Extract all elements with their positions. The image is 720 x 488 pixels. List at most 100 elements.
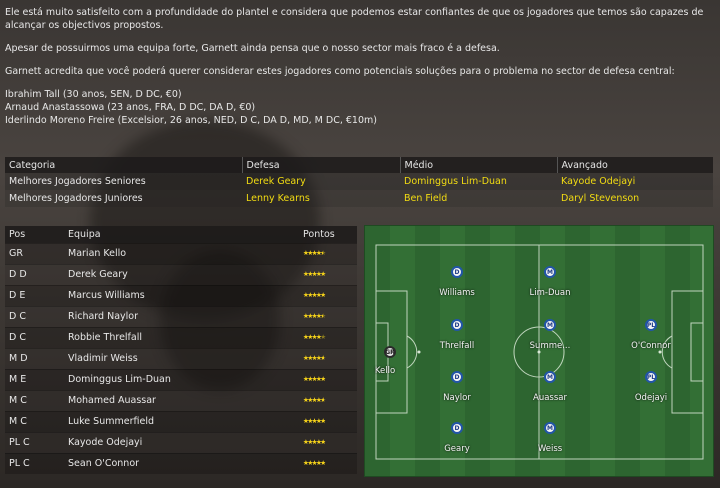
player-name[interactable]: Vladimir Weiss	[64, 347, 299, 369]
suggested-players-list: Ibrahim Tall (30 anos, SEN, D DC, €0) Ar…	[5, 88, 713, 127]
lineup-row[interactable]: M D Vladimir Weiss ★★★★★ ★★★★★	[5, 347, 357, 369]
player-marker-label: Geary	[444, 444, 470, 454]
player-marker[interactable]: PL	[645, 319, 657, 331]
player-link[interactable]: Daryl Stevenson	[557, 190, 713, 207]
intro-line-1: Ele está muito satisfeito com a profundi…	[5, 7, 704, 31]
star-filled-icon: ★★★★★	[303, 312, 323, 320]
star-rating-icon: ★★★★★★★★★★	[303, 438, 329, 447]
player-name[interactable]: Mohamed Auassar	[64, 389, 299, 411]
player-name[interactable]: Robbie Threlfall	[64, 326, 299, 348]
star-filled-icon: ★★★★★	[303, 459, 325, 468]
lineup-row[interactable]: M C Mohamed Auassar ★★★★★ ★★★★★	[5, 389, 357, 411]
star-rating-icon: ★★★★★★★★★★	[303, 375, 329, 384]
player-name[interactable]: Dominggus Lim-Duan	[64, 368, 299, 390]
player-link[interactable]: Derek Geary	[242, 173, 400, 190]
player-marker-label: Kello	[374, 366, 396, 376]
rating-cell: ★★★★★★★★★★	[299, 284, 357, 306]
player-marker-label: Naylor	[443, 393, 471, 403]
player-link[interactable]: Dominggus Lim-Duan	[400, 173, 557, 190]
star-filled-icon: ★★★★★	[303, 438, 325, 446]
suggested-player[interactable]: Arnaud Anastassowa (23 anos, FRA, D DC, …	[5, 101, 713, 114]
lineup-row[interactable]: D CRobbie Threlfall ★★★★★★★★★★	[5, 326, 357, 348]
lineup-row[interactable]: D C Richard Naylor ★★★★★ ★★★★★	[5, 305, 357, 327]
player-name[interactable]: Kayode Odejayi	[64, 431, 299, 453]
player-marker-label: Odejayi	[634, 393, 668, 403]
star-filled-icon: ★★★★★	[303, 249, 323, 257]
position-cell: PL C	[5, 452, 64, 474]
player-marker-label: Auassar	[533, 393, 567, 403]
rating-cell: ★★★★★★★★★★	[299, 326, 357, 348]
player-name[interactable]: Derek Geary	[64, 263, 299, 285]
player-marker[interactable]: M	[544, 266, 556, 278]
star-filled-icon: ★★★★★	[303, 291, 325, 299]
lineup-row[interactable]: PL C Sean O'Connor ★★★★★ ★★★★★	[5, 452, 357, 474]
player-marker-label: Lim-Duan	[529, 288, 571, 298]
position-cell: M D	[5, 347, 64, 369]
star-rating-icon: ★★★★★★★★★★	[303, 333, 329, 342]
player-name[interactable]: Marian Kello	[64, 242, 299, 264]
suggested-player[interactable]: Iderlindo Moreno Freire (Excelsior, 26 a…	[5, 114, 713, 127]
position-cell: M C	[5, 389, 64, 411]
player-name[interactable]: Richard Naylor	[64, 305, 299, 327]
column-header-category[interactable]: Categoria	[5, 157, 243, 173]
player-marker[interactable]: M	[544, 319, 556, 331]
lineup-rows: GR Marian Kello ★★★★★ ★★★★★ D D Derek Geary ★★…	[5, 242, 357, 474]
player-marker-label: Weiss	[537, 444, 563, 454]
column-header-attack[interactable]: Avançado	[557, 157, 713, 173]
player-marker-label: Summe...	[529, 341, 571, 351]
position-cell: D D	[5, 263, 64, 285]
star-rating-icon: ★★★★★★★★★★	[303, 354, 329, 363]
column-header-midfield[interactable]: Médio	[400, 157, 558, 173]
best-players-table: Categoria Defesa Médio Avançado Melhores…	[5, 157, 713, 207]
player-marker[interactable]: D	[451, 371, 463, 383]
column-header-defense[interactable]: Defesa	[242, 157, 401, 173]
player-link[interactable]: Lenny Kearns	[242, 190, 400, 207]
lineup-row[interactable]: GR Marian Kello ★★★★★ ★★★★★	[5, 242, 357, 264]
suggested-player[interactable]: Ibrahim Tall (30 anos, SEN, D DC, €0)	[5, 88, 713, 101]
column-header-pos[interactable]: Pos	[5, 226, 64, 243]
rating-cell: ★★★★★★★★★★	[299, 368, 357, 390]
player-link[interactable]: Ben Field	[400, 190, 557, 207]
player-marker-label: Threlfall	[439, 341, 475, 351]
player-marker[interactable]: GR	[384, 346, 396, 358]
player-marker-label: O'Connor	[631, 341, 671, 351]
lineup-row[interactable]: D D Derek Geary ★★★★★ ★★★★★	[5, 263, 357, 285]
star-filled-icon: ★★★★★	[303, 375, 325, 383]
player-name[interactable]: Sean O'Connor	[64, 452, 299, 474]
star-rating-icon: ★★★★★★★★★★	[303, 291, 329, 300]
player-marker[interactable]: PL	[645, 371, 657, 383]
player-marker[interactable]: D	[451, 422, 463, 434]
rating-cell: ★★★★★★★★★★	[299, 431, 357, 453]
position-cell: M C	[5, 410, 64, 432]
lineup-table: Pos Equipa Pontos GR Marian Kello ★★★★★ ★★★…	[5, 226, 357, 474]
rating-cell: ★★★★★★★★★★	[299, 263, 357, 285]
lineup-row[interactable]: M E Dominggus Lim-Duan ★★★★★ ★★★★★	[5, 368, 357, 390]
category-label: Melhores Jogadores Seniores	[5, 173, 242, 190]
lineup-row[interactable]: D E Marcus Williams ★★★★★ ★★★★★	[5, 284, 357, 306]
player-name[interactable]: Marcus Williams	[64, 284, 299, 306]
lineup-row[interactable]: M C Luke Summerfield ★★★★★ ★★★★★	[5, 410, 357, 432]
category-label: Melhores Jogadores Juniores	[5, 190, 242, 207]
position-cell: GR	[5, 242, 64, 264]
player-marker[interactable]: D	[451, 319, 463, 331]
star-filled-icon: ★★★★★	[303, 354, 324, 362]
lineup-row[interactable]: PL C Kayode Odejayi ★★★★★ ★★★★★	[5, 431, 357, 453]
player-marker[interactable]: D	[451, 266, 463, 278]
star-rating-icon: ★★★★★★★★★★	[303, 459, 329, 468]
star-rating-icon: ★★★★★★★★★★	[303, 396, 329, 405]
rating-cell: ★★★★★★★★★★	[299, 452, 357, 474]
player-marker[interactable]: M	[544, 422, 556, 434]
position-cell: D E	[5, 284, 64, 306]
player-name[interactable]: Luke Summerfield	[64, 410, 299, 432]
star-rating-icon: ★★★★★★★★★★	[303, 417, 329, 426]
column-header-points[interactable]: Pontos	[299, 226, 357, 243]
rating-cell: ★★★★★★★★★★	[299, 410, 357, 432]
player-marker[interactable]: M	[544, 371, 556, 383]
position-cell: D C	[5, 326, 64, 348]
rating-cell: ★★★★★★★★★★	[299, 389, 357, 411]
position-cell: D C	[5, 305, 64, 327]
advice-text: Ele está muito satisfeito com a profundi…	[5, 6, 713, 127]
column-header-team[interactable]: Equipa	[64, 226, 299, 243]
star-filled-icon: ★★★★★	[303, 396, 324, 404]
player-link[interactable]: Kayode Odejayi	[557, 173, 713, 190]
